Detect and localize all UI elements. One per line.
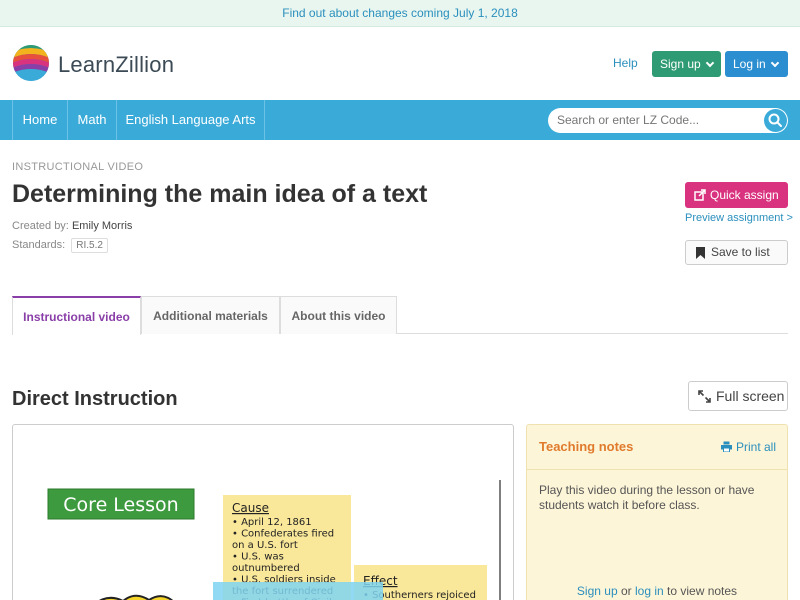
teaching-notes-body: Play this video during the lesson or hav… bbox=[539, 483, 755, 512]
notes-or-text: or bbox=[620, 584, 632, 598]
tab-instructional-video[interactable]: Instructional video bbox=[12, 296, 141, 335]
sign-up-button[interactable]: Sign up bbox=[652, 51, 721, 77]
announcement-link[interactable]: Find out about changes coming July 1, 20… bbox=[282, 6, 518, 20]
author-name[interactable]: Emily Morris bbox=[72, 220, 133, 232]
search-icon bbox=[768, 113, 782, 127]
created-by-label: Created by: bbox=[12, 220, 69, 232]
printer-icon bbox=[721, 441, 732, 453]
tab-about-this-video[interactable]: About this video bbox=[280, 296, 397, 334]
note-line: • April 12, 1861 bbox=[232, 517, 312, 528]
print-all-label: Print all bbox=[736, 440, 777, 454]
quick-assign-button[interactable]: Quick assign bbox=[685, 182, 788, 208]
save-to-list-button[interactable]: Save to list bbox=[685, 240, 788, 265]
note-line: on a U.S. fort bbox=[232, 540, 298, 551]
created-by: Created by: Emily Morris bbox=[12, 220, 132, 232]
core-lesson-text: Core Lesson bbox=[63, 494, 178, 516]
notes-sign-up-link[interactable]: Sign up bbox=[577, 584, 618, 598]
learnzillion-logo[interactable] bbox=[12, 44, 50, 82]
share-icon bbox=[694, 189, 706, 201]
note-line: • U.S. was bbox=[232, 552, 284, 563]
main-nav: Home Math English Language Arts bbox=[0, 100, 800, 140]
page-title: Determining the main idea of a text bbox=[12, 180, 428, 208]
bookmark-icon bbox=[696, 247, 705, 259]
note-line: outnumbered bbox=[232, 563, 300, 574]
brand-name[interactable]: LearnZillion bbox=[58, 52, 174, 78]
teaching-notes-title: Teaching notes bbox=[539, 439, 634, 454]
standards: Standards: RI.5.2 bbox=[12, 238, 108, 253]
section-title: Direct Instruction bbox=[12, 388, 178, 410]
preview-assignment-link[interactable]: Preview assignment > bbox=[685, 212, 793, 224]
save-to-list-label: Save to list bbox=[711, 245, 770, 259]
print-all-link[interactable]: Print all bbox=[721, 440, 776, 454]
nav-item-ela[interactable]: English Language Arts bbox=[117, 100, 265, 140]
log-in-button[interactable]: Log in bbox=[725, 51, 788, 77]
teaching-notes-panel: Teaching notes Print all Play this video… bbox=[526, 424, 788, 600]
announcement-banner[interactable]: Find out about changes coming July 1, 20… bbox=[0, 0, 800, 27]
cause-title: Cause bbox=[232, 501, 269, 515]
top-header: LearnZillion Help Sign up Log in bbox=[0, 27, 800, 100]
log-in-label: Log in bbox=[733, 57, 766, 71]
standard-badge[interactable]: RI.5.2 bbox=[71, 238, 108, 253]
search-input[interactable] bbox=[548, 108, 788, 133]
teaching-notes-header: Teaching notes Print all bbox=[527, 425, 787, 470]
blue-card bbox=[213, 582, 383, 600]
yellow-cloud bbox=[98, 594, 174, 600]
teaching-notes-footer: Sign up or log in to view notes bbox=[527, 584, 787, 598]
content-type-label: INSTRUCTIONAL VIDEO bbox=[12, 161, 144, 173]
note-line: • Confederates fired bbox=[232, 529, 334, 540]
nav-item-home[interactable]: Home bbox=[12, 100, 68, 140]
quick-assign-label: Quick assign bbox=[710, 188, 779, 202]
chevron-down-icon bbox=[705, 58, 714, 68]
full-screen-label: Full screen bbox=[716, 388, 785, 404]
video-frame: Core Lesson Cause • April 12, 1861• Conf… bbox=[47, 480, 501, 600]
search-button[interactable] bbox=[764, 109, 787, 132]
lesson-tabs: Instructional video Additional materials… bbox=[12, 296, 788, 335]
expand-icon bbox=[698, 390, 711, 403]
tab-additional-materials[interactable]: Additional materials bbox=[141, 296, 280, 334]
video-player[interactable]: Core Lesson Cause • April 12, 1861 • Conf… bbox=[12, 424, 514, 600]
notes-log-in-link[interactable]: log in bbox=[635, 584, 664, 598]
standards-label: Standards: bbox=[12, 239, 66, 251]
notes-tail-text: to view notes bbox=[667, 584, 738, 598]
chevron-down-icon bbox=[770, 58, 779, 68]
nav-item-math[interactable]: Math bbox=[68, 100, 117, 140]
help-link[interactable]: Help bbox=[613, 56, 638, 70]
sign-up-label: Sign up bbox=[660, 57, 701, 71]
full-screen-button[interactable]: Full screen bbox=[688, 381, 788, 411]
